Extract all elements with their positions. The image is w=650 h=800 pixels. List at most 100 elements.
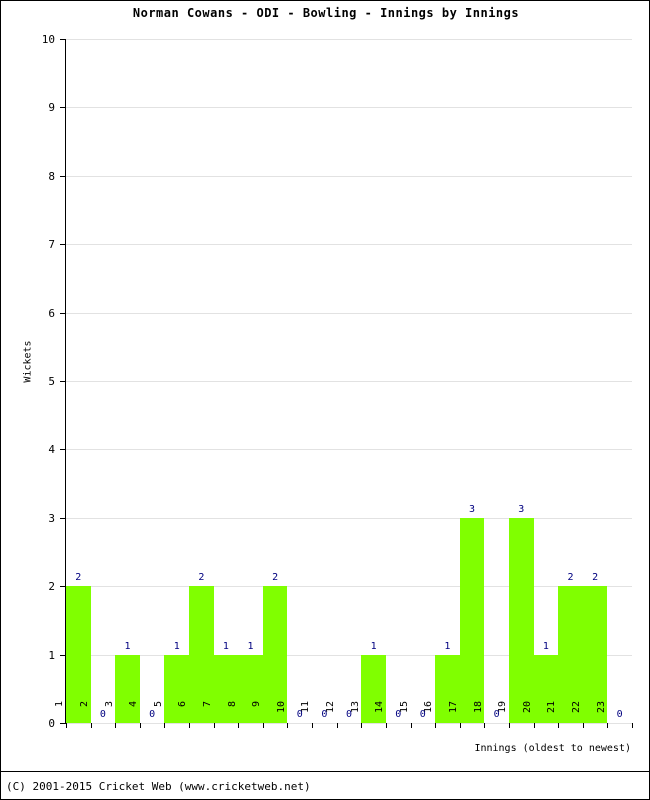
y-axis-tick-mark bbox=[60, 244, 65, 246]
x-axis-tick-mark bbox=[582, 723, 584, 728]
x-axis-tick-mark bbox=[90, 723, 92, 728]
x-axis-tick-mark bbox=[238, 723, 240, 728]
x-axis-tick-label: 10 bbox=[275, 701, 287, 714]
x-axis-tick-mark bbox=[632, 723, 633, 728]
bar-value-label: 1 bbox=[247, 640, 254, 652]
y-axis-tick-mark bbox=[60, 175, 65, 177]
y-axis-tick-mark bbox=[60, 107, 65, 109]
bar-value-label: 0 bbox=[616, 709, 623, 720]
page-title: Norman Cowans - ODI - Bowling - Innings … bbox=[132, 6, 520, 20]
gridline bbox=[66, 586, 632, 588]
y-axis-tick-mark bbox=[60, 654, 65, 656]
x-axis-tick-mark bbox=[459, 723, 461, 728]
bar-value-label: 2 bbox=[75, 572, 82, 584]
x-axis-tick-mark bbox=[361, 723, 363, 728]
y-axis-tick-mark bbox=[60, 517, 65, 519]
bar-value-label: 0 bbox=[345, 709, 352, 720]
x-axis-tick-label: 7 bbox=[201, 701, 213, 708]
gridline bbox=[66, 244, 632, 246]
gridline bbox=[66, 517, 632, 519]
x-axis-tick-mark bbox=[410, 723, 412, 728]
bar-value-label: 0 bbox=[419, 709, 426, 720]
bar-value-label: 1 bbox=[222, 640, 229, 652]
bar-value-label: 0 bbox=[321, 709, 328, 720]
y-axis-tick-label: 7 bbox=[48, 238, 55, 252]
footer-copyright: (C) 2001-2015 Cricket Web (www.cricketwe… bbox=[6, 780, 311, 793]
x-axis-tick-mark bbox=[484, 723, 486, 728]
chart-page: Norman Cowans - ODI - Bowling - Innings … bbox=[0, 0, 650, 800]
bar-value-label: 1 bbox=[173, 640, 180, 652]
bar-value-label: 2 bbox=[592, 572, 599, 584]
x-axis-tick-label: 17 bbox=[448, 701, 460, 714]
bar-value-label: 0 bbox=[149, 709, 156, 720]
x-axis-tick-mark bbox=[312, 723, 314, 728]
bar-value-label: 3 bbox=[518, 503, 525, 515]
x-axis-tick-mark bbox=[435, 723, 437, 728]
x-axis-tick-mark bbox=[139, 723, 141, 728]
x-axis-tick-label: 21 bbox=[546, 701, 558, 714]
y-axis-tick-label: 6 bbox=[48, 306, 55, 320]
bar-value-label: 1 bbox=[124, 640, 131, 652]
gridline bbox=[66, 107, 632, 109]
x-axis-tick-mark bbox=[189, 723, 191, 728]
x-axis-tick-mark bbox=[533, 723, 535, 728]
bar-value-label: 0 bbox=[99, 709, 106, 720]
bar-value-label: 2 bbox=[198, 572, 205, 584]
x-axis-tick-label: 18 bbox=[472, 701, 484, 714]
bar-value-label: 2 bbox=[272, 572, 279, 584]
x-axis-tick-mark bbox=[115, 723, 117, 728]
y-axis-tick-mark bbox=[60, 586, 65, 588]
x-axis-title: Innings (oldest to newest) bbox=[474, 743, 631, 754]
gridline bbox=[66, 449, 632, 451]
bar-value-label: 1 bbox=[370, 640, 377, 652]
x-axis-tick-mark bbox=[164, 723, 166, 728]
bar-value-label: 0 bbox=[395, 709, 402, 720]
x-axis-tick-mark bbox=[385, 723, 387, 728]
bar-value-label: 0 bbox=[296, 709, 303, 720]
x-axis-tick-mark bbox=[508, 723, 510, 728]
plot-area bbox=[66, 39, 632, 724]
y-axis-tick-label: 5 bbox=[48, 375, 55, 388]
x-axis-tick-mark bbox=[607, 723, 609, 728]
x-axis-tick-label: 8 bbox=[226, 701, 238, 708]
x-axis-tick-label: 20 bbox=[521, 701, 533, 714]
y-axis-tick-label: 4 bbox=[48, 443, 55, 457]
x-axis-tick-mark bbox=[558, 723, 560, 728]
bar-value-label: 1 bbox=[542, 640, 549, 652]
x-axis-tick-label: 1 bbox=[54, 701, 66, 708]
x-axis-tick-mark bbox=[262, 723, 264, 728]
y-axis-tick-mark bbox=[60, 312, 65, 314]
gridline bbox=[66, 175, 632, 177]
bar-value-label: 3 bbox=[469, 503, 476, 515]
y-axis-tick-mark bbox=[60, 381, 65, 382]
bar-value-label: 1 bbox=[444, 640, 451, 652]
y-axis-tick-label: 1 bbox=[48, 648, 55, 662]
x-axis-tick-mark bbox=[287, 723, 289, 728]
x-axis-tick-label: 14 bbox=[374, 701, 386, 714]
bar bbox=[508, 517, 534, 723]
y-axis-tick-label: 9 bbox=[48, 101, 55, 115]
gridline bbox=[66, 39, 632, 40]
x-axis-tick-mark bbox=[213, 723, 215, 728]
y-axis-tick-label: 10 bbox=[41, 33, 55, 46]
y-axis-tick-mark bbox=[60, 39, 65, 40]
y-axis-tick-label: 2 bbox=[48, 580, 55, 594]
bar-value-label: 0 bbox=[493, 709, 500, 720]
x-axis-tick-label: 2 bbox=[78, 701, 90, 708]
x-axis-tick-mark bbox=[336, 723, 338, 728]
y-axis-tick-label: 3 bbox=[48, 511, 55, 525]
x-axis-tick-label: 6 bbox=[177, 701, 189, 708]
y-axis-tick-mark bbox=[60, 449, 65, 451]
bar bbox=[459, 517, 485, 723]
bar-value-label: 2 bbox=[567, 572, 574, 584]
x-axis-tick-label: 22 bbox=[571, 701, 583, 714]
x-axis-tick-label: 9 bbox=[251, 701, 263, 708]
x-axis-tick-label: 4 bbox=[128, 701, 140, 708]
y-axis-tick-label: 0 bbox=[48, 717, 55, 730]
x-axis-tick-mark bbox=[66, 723, 67, 728]
footer-divider bbox=[1, 771, 649, 772]
y-axis-tick-label: 8 bbox=[48, 169, 55, 183]
x-axis-tick-label: 23 bbox=[595, 701, 607, 714]
gridline bbox=[66, 381, 632, 382]
gridline bbox=[66, 312, 632, 314]
